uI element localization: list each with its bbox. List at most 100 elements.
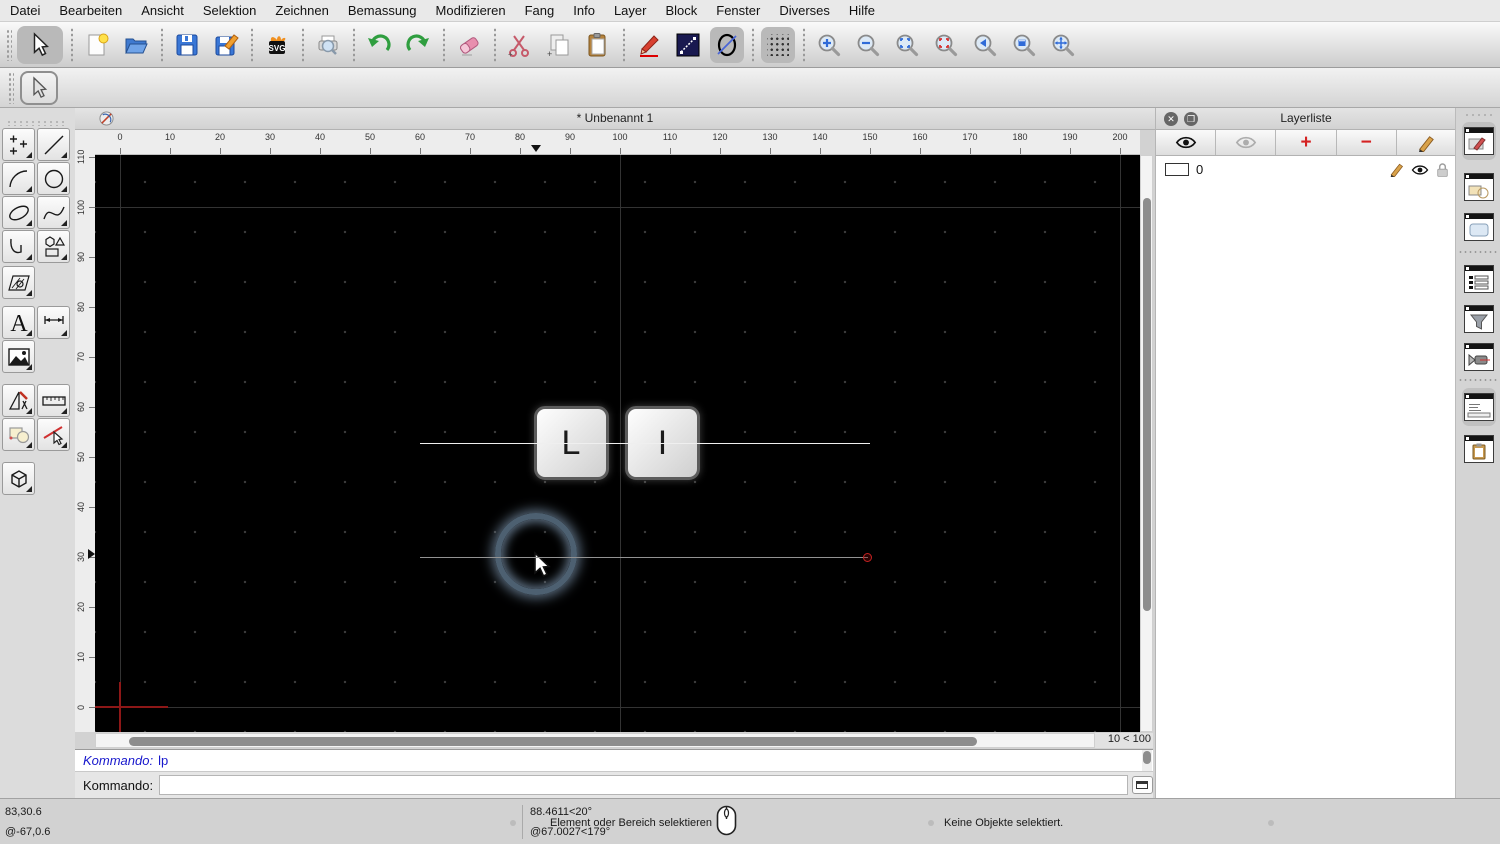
- layer-visibility-toggle[interactable]: [1411, 164, 1429, 176]
- ruler-label: 0: [117, 132, 123, 142]
- ruler-cursor-marker: [531, 145, 541, 152]
- remove-layer-button[interactable]: −: [1337, 130, 1397, 155]
- menu-item[interactable]: Modifizieren: [436, 3, 506, 18]
- open-document-button[interactable]: [119, 27, 153, 63]
- hide-all-layers-button[interactable]: [1216, 130, 1277, 155]
- horizontal-scrollbar[interactable]: [95, 733, 1095, 748]
- horizontal-scrollbar-thumb[interactable]: [129, 737, 977, 746]
- save-button[interactable]: [170, 27, 204, 63]
- toolbar-separator: [350, 27, 357, 62]
- copy-button[interactable]: +: [542, 27, 576, 63]
- save-as-button[interactable]: [209, 27, 243, 63]
- vertical-scrollbar-thumb[interactable]: [1143, 198, 1151, 611]
- info-tools-button[interactable]: [2, 418, 35, 451]
- draw-freehand-button[interactable]: [632, 27, 666, 63]
- palette-drag-handle[interactable]: [6, 120, 68, 126]
- undo-button[interactable]: [362, 27, 396, 63]
- toolbar-drag-handle[interactable]: [6, 28, 12, 61]
- edit-layer-button[interactable]: [1397, 130, 1456, 155]
- zoom-out-button[interactable]: [851, 27, 885, 63]
- eraser-button[interactable]: [452, 27, 486, 63]
- layer-row[interactable]: 0: [1156, 157, 1456, 182]
- selection-pointer-button[interactable]: [17, 25, 63, 64]
- vertical-ruler: 0 10 20 30 40 50 60 70 80 90 100 110: [75, 130, 95, 732]
- arc-tools-button[interactable]: [2, 162, 35, 195]
- document-titlebar[interactable]: * Unbenannt 1: [75, 108, 1155, 130]
- zoom-selection-button[interactable]: [929, 27, 963, 63]
- polyline-tools-button[interactable]: [2, 230, 35, 263]
- library-browser-panel-toggle[interactable]: [1462, 260, 1496, 298]
- select-tools-button[interactable]: [37, 418, 70, 451]
- clipboard-panel-toggle[interactable]: [1462, 430, 1496, 468]
- block-list-panel-toggle[interactable]: [1462, 168, 1496, 206]
- toolbar-drag-handle[interactable]: [8, 71, 14, 104]
- zoom-window-button[interactable]: [1007, 27, 1041, 63]
- menu-item[interactable]: Zeichnen: [275, 3, 328, 18]
- layer-list-panel-toggle[interactable]: [1462, 122, 1496, 160]
- zoom-pan-button[interactable]: [1046, 27, 1080, 63]
- menu-item[interactable]: Block: [665, 3, 697, 18]
- view-list-panel-toggle[interactable]: [1462, 208, 1496, 246]
- line-tool-button[interactable]: [671, 27, 705, 63]
- menu-item[interactable]: Diverses: [779, 3, 830, 18]
- grid-toggle-button[interactable]: [761, 26, 795, 63]
- redo-button[interactable]: [401, 27, 435, 63]
- circle-tools-button[interactable]: [37, 162, 70, 195]
- layer-lock-toggle[interactable]: [1436, 162, 1449, 178]
- menu-item[interactable]: Selektion: [203, 3, 256, 18]
- text-tool-button[interactable]: A: [2, 306, 35, 339]
- projection-panel-toggle[interactable]: [1462, 338, 1496, 376]
- solid-tools-button[interactable]: [2, 462, 35, 495]
- modify-tools-button[interactable]: [2, 384, 35, 417]
- active-tool-button[interactable]: [20, 70, 58, 105]
- selection-filter-panel-toggle[interactable]: [1462, 300, 1496, 338]
- print-preview-button[interactable]: [311, 27, 345, 63]
- drawing-canvas[interactable]: L I: [95, 155, 1140, 732]
- menu-item[interactable]: Fenster: [716, 3, 760, 18]
- cut-button[interactable]: +: [503, 27, 537, 63]
- ruler-label: 0: [76, 704, 86, 710]
- line-tools-button[interactable]: [37, 128, 70, 161]
- menu-item[interactable]: Hilfe: [849, 3, 875, 18]
- hatch-tool-icon: [7, 274, 30, 291]
- status-bullet: [510, 820, 516, 826]
- zoom-in-button[interactable]: [812, 27, 846, 63]
- hatch-tool-button[interactable]: [2, 266, 35, 299]
- strip-drag-handle[interactable]: [1464, 113, 1494, 118]
- measure-tools-button[interactable]: [37, 384, 70, 417]
- command-console-toggle-button[interactable]: [1131, 776, 1153, 794]
- menu-item[interactable]: Bemassung: [348, 3, 417, 18]
- ellipse-tool-button[interactable]: [710, 26, 744, 63]
- shape-tools-button[interactable]: [37, 230, 70, 263]
- vertical-scrollbar[interactable]: [1140, 155, 1153, 732]
- add-layer-button[interactable]: +: [1276, 130, 1337, 155]
- projection-panel-icon: [1464, 343, 1494, 371]
- command-line-panel-toggle[interactable]: [1462, 388, 1496, 426]
- command-history-scrollbar-thumb[interactable]: [1143, 751, 1151, 764]
- image-tool-button[interactable]: [2, 340, 35, 373]
- ruler-label: 90: [564, 132, 575, 142]
- menu-item[interactable]: Bearbeiten: [59, 3, 122, 18]
- new-document-button[interactable]: [80, 27, 114, 63]
- point-tools-button[interactable]: [2, 128, 35, 161]
- menu-item[interactable]: Layer: [614, 3, 647, 18]
- ellipse-tools-button[interactable]: [2, 196, 35, 229]
- panel-toggle-strip: [1455, 108, 1500, 798]
- menu-item[interactable]: Datei: [10, 3, 40, 18]
- layer-edit-button[interactable]: [1389, 162, 1404, 177]
- spline-tools-button[interactable]: [37, 196, 70, 229]
- menu-item[interactable]: Fang: [525, 3, 555, 18]
- show-all-layers-button[interactable]: [1156, 130, 1217, 155]
- zoom-auto-button[interactable]: [890, 27, 924, 63]
- svg-export-button[interactable]: SVG: [260, 27, 294, 63]
- menu-item[interactable]: Ansicht: [141, 3, 184, 18]
- zoom-indicator: 10 < 100: [1095, 733, 1153, 748]
- command-history-scrollbar[interactable]: [1142, 750, 1152, 771]
- paste-button[interactable]: [581, 27, 615, 63]
- layer-color-swatch[interactable]: [1165, 163, 1189, 176]
- command-input[interactable]: [159, 775, 1128, 795]
- zoom-previous-button[interactable]: [968, 27, 1002, 63]
- menu-item[interactable]: Info: [573, 3, 595, 18]
- dimension-tools-button[interactable]: [37, 306, 70, 339]
- layer-panel-titlebar[interactable]: ✕ ❐ Layerliste: [1156, 108, 1456, 130]
